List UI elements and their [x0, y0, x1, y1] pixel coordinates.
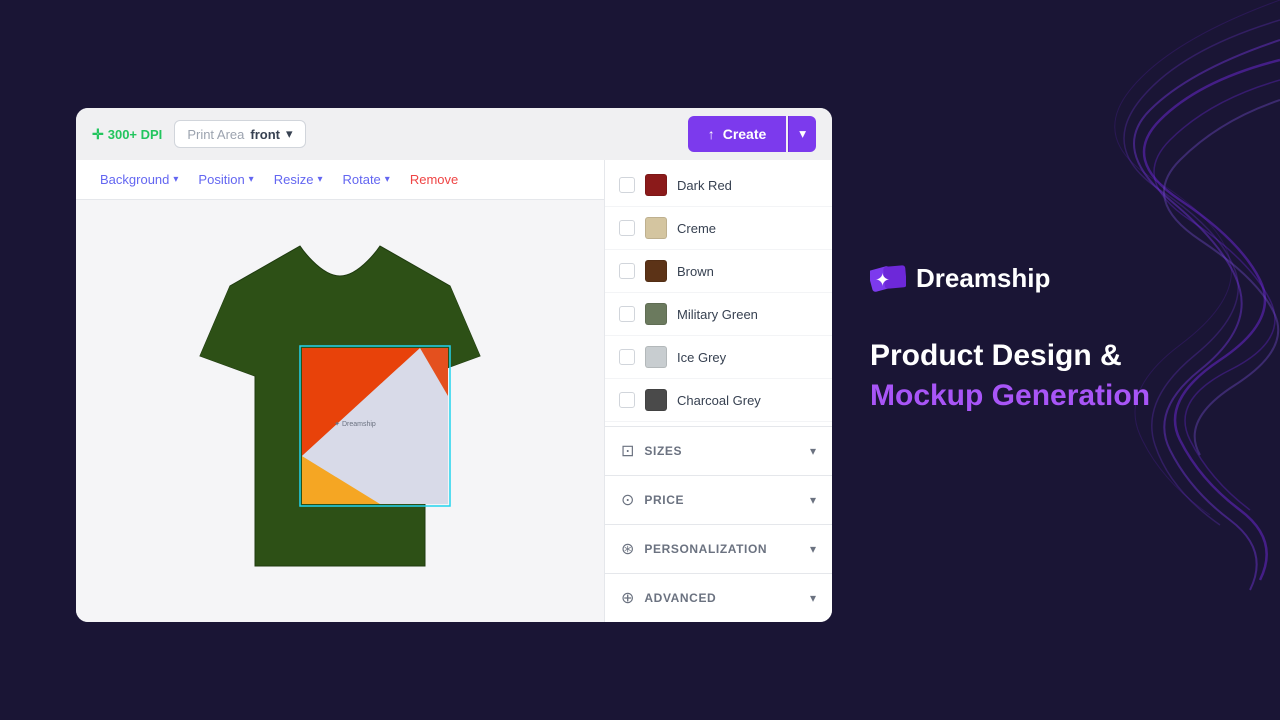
color-swatch [645, 217, 667, 239]
branding-section: ✦ Dreamship Product Design & Mockup Gene… [870, 260, 1150, 413]
color-name: Ice Grey [677, 350, 726, 365]
color-name: Charcoal Grey [677, 393, 761, 408]
background-button[interactable]: Background ▾ [92, 168, 186, 191]
resize-chevron-icon: ▾ [317, 174, 322, 185]
accordion-icon: ⊕ [621, 588, 634, 608]
dropdown-chevron-icon: ▾ [799, 126, 806, 141]
color-swatch [645, 174, 667, 196]
color-swatch [645, 389, 667, 411]
canvas-panel: Background ▾ Position ▾ Resize ▾ Rotate … [76, 160, 604, 622]
color-name: Military Green [677, 307, 758, 322]
print-area-button[interactable]: Print Area front ▾ [174, 120, 305, 148]
accordion-icon: ⊡ [621, 441, 634, 461]
accordion-icon: ⊙ [621, 490, 634, 510]
color-item: Ice Grey [605, 336, 832, 379]
tshirt-svg: ✦ Dreamship [180, 226, 500, 596]
svg-text:✦: ✦ [875, 270, 890, 290]
main-editor-card: ✛ 300+ DPI Print Area front ▾ ↑ Create ▾ [76, 108, 832, 622]
color-item: Brown [605, 250, 832, 293]
color-swatch [645, 303, 667, 325]
color-name: Dark Red [677, 178, 732, 193]
color-name: Creme [677, 221, 716, 236]
color-swatch [645, 346, 667, 368]
color-checkbox[interactable] [619, 306, 635, 322]
accordion-chevron-icon: ▾ [810, 493, 816, 507]
color-list: Dark Red Creme Brown Military Green Ice Grey… [605, 160, 832, 426]
upload-icon: ↑ [708, 126, 715, 142]
background-chevron-icon: ▾ [173, 174, 178, 185]
dpi-icon: ✛ [92, 126, 104, 143]
tagline-sub: Mockup Generation [870, 379, 1150, 413]
color-item: Creme [605, 207, 832, 250]
right-panel: Dark Red Creme Brown Military Green Ice Grey… [604, 160, 832, 622]
position-button[interactable]: Position ▾ [190, 168, 261, 191]
canvas-toolbar: Background ▾ Position ▾ Resize ▾ Rotate … [76, 160, 604, 200]
color-name: Brown [677, 264, 714, 279]
color-item: Charcoal Grey [605, 379, 832, 422]
color-item: Dark Red [605, 164, 832, 207]
accordion-chevron-icon: ▾ [810, 542, 816, 556]
create-dropdown-button[interactable]: ▾ [788, 116, 816, 152]
dreamship-name: Dreamship [916, 263, 1050, 294]
content-area: Background ▾ Position ▾ Resize ▾ Rotate … [76, 160, 832, 622]
rotate-chevron-icon: ▾ [385, 174, 390, 185]
accordion-label: ADVANCED [644, 591, 800, 605]
color-checkbox[interactable] [619, 392, 635, 408]
accordion-icon: ⊛ [621, 539, 634, 559]
accordion-section-advanced[interactable]: ⊕ ADVANCED ▾ [605, 573, 832, 622]
accordion-section-personalization[interactable]: ⊛ PERSONALIZATION ▾ [605, 524, 832, 573]
color-checkbox[interactable] [619, 220, 635, 236]
color-checkbox[interactable] [619, 349, 635, 365]
remove-button[interactable]: Remove [402, 168, 466, 191]
dpi-badge: ✛ 300+ DPI [92, 126, 162, 143]
tagline-main: Product Design & [870, 336, 1150, 375]
accordion-chevron-icon: ▾ [810, 444, 816, 458]
dreamship-logo-icon: ✦ [870, 260, 906, 296]
accordion-section-price[interactable]: ⊙ PRICE ▾ [605, 475, 832, 524]
color-item: Military Green [605, 293, 832, 336]
rotate-button[interactable]: Rotate ▾ [334, 168, 397, 191]
tshirt-container: ✦ Dreamship [180, 226, 500, 596]
chevron-down-icon: ▾ [286, 126, 293, 142]
accordion-label: PRICE [644, 493, 800, 507]
color-swatch [645, 260, 667, 282]
accordion-section-sizes[interactable]: ⊡ SIZES ▾ [605, 426, 832, 475]
header-row: ✛ 300+ DPI Print Area front ▾ ↑ Create ▾ [76, 108, 832, 160]
color-checkbox[interactable] [619, 263, 635, 279]
accordion-sections: ⊡ SIZES ▾ ⊙ PRICE ▾ ⊛ PERSONALIZATION ▾ ⊕ ADVANCED… [605, 426, 832, 622]
accordion-label: PERSONALIZATION [644, 542, 800, 556]
position-chevron-icon: ▾ [249, 174, 254, 185]
accordion-chevron-icon: ▾ [810, 591, 816, 605]
create-button-group: ↑ Create ▾ [688, 116, 816, 152]
canvas-area: ✦ Dreamship [76, 200, 604, 622]
accordion-label: SIZES [644, 444, 800, 458]
dreamship-logo: ✦ Dreamship [870, 260, 1150, 296]
create-button[interactable]: ↑ Create [688, 116, 787, 152]
color-checkbox[interactable] [619, 177, 635, 193]
svg-text:✦ Dreamship: ✦ Dreamship [334, 420, 376, 428]
resize-button[interactable]: Resize ▾ [266, 168, 331, 191]
